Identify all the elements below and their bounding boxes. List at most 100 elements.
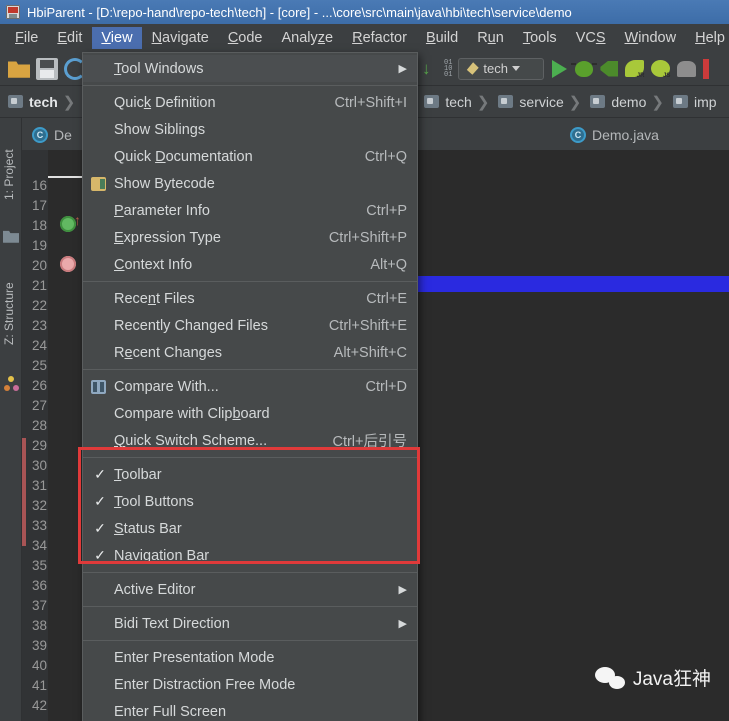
run-configuration-selector[interactable]: tech: [458, 57, 545, 80]
menu-item-toolbar[interactable]: ✓ Toolbar: [83, 461, 417, 488]
menu-item-show-bytecode[interactable]: Show Bytecode: [83, 170, 417, 197]
menu-window[interactable]: Window: [616, 27, 686, 49]
menu-item-navigation-bar[interactable]: ✓ Navigation Bar: [83, 542, 417, 569]
menu-item-recent-changes[interactable]: Recent Changes Alt+Shift+C: [83, 339, 417, 366]
menu-analyze[interactable]: Analyze: [273, 27, 343, 49]
menu-build[interactable]: Build: [417, 27, 467, 49]
line-number: 36: [31, 578, 47, 593]
package-icon: [672, 95, 688, 108]
menu-item-tool-windows[interactable]: Tool Windows ▶: [83, 55, 417, 82]
save-all-icon[interactable]: [36, 57, 58, 80]
menu-help[interactable]: Help: [686, 27, 729, 49]
implement-arrow-icon: ↑: [74, 212, 81, 228]
line-number: 17: [31, 198, 47, 213]
submenu-arrow-icon: ▶: [398, 618, 407, 630]
package-icon: [498, 95, 514, 108]
checkmark-icon: ✓: [94, 493, 106, 509]
jrebel-debug-icon[interactable]: [651, 60, 671, 79]
menu-vcs[interactable]: VCS: [567, 27, 615, 49]
menu-edit[interactable]: Edit: [48, 27, 91, 49]
menu-separator: [83, 606, 417, 607]
menu-separator: [83, 85, 417, 86]
app-icon: [6, 5, 20, 19]
red-marker-icon[interactable]: [703, 58, 710, 79]
menu-item-label: Active Editor: [114, 581, 196, 598]
bytecode-icon: [91, 176, 106, 191]
breadcrumb-item-service[interactable]: service: [490, 94, 567, 110]
menu-item-tool-buttons[interactable]: ✓ Tool Buttons: [83, 488, 417, 515]
structure-icon[interactable]: [3, 376, 19, 392]
line-number: 39: [31, 638, 47, 653]
menu-item-recently-changed-files[interactable]: Recently Changed Files Ctrl+Shift+E: [83, 312, 417, 339]
line-number: 26: [31, 378, 47, 393]
menu-item-label: Compare with Clipboard: [114, 405, 270, 422]
menu-navigate[interactable]: Navigate: [143, 27, 218, 49]
menu-item-quick-documentation[interactable]: Quick Documentation Ctrl+Q: [83, 143, 417, 170]
line-number: 40: [31, 658, 47, 673]
menu-item-quick-definition[interactable]: Quick Definition Ctrl+Shift+I: [83, 89, 417, 116]
menu-item-bidi-text-direction[interactable]: Bidi Text Direction ▶: [83, 610, 417, 637]
jrebel-run-icon[interactable]: [625, 60, 645, 79]
run-icon[interactable]: [552, 59, 568, 78]
menu-file[interactable]: File: [6, 27, 47, 49]
sidebar-item-project[interactable]: 1: Project: [2, 138, 20, 212]
open-folder-icon[interactable]: [8, 61, 30, 78]
menu-refactor[interactable]: Refactor: [343, 27, 416, 49]
project-folder-icon[interactable]: [3, 230, 19, 243]
editor-tab-0[interactable]: C De: [22, 120, 82, 150]
window-title: HbiParent - [D:\repo-hand\repo-tech\tech…: [27, 4, 572, 20]
gutter-top-divider: [48, 176, 84, 178]
breadcrumb-item-imp[interactable]: imp: [665, 94, 721, 110]
editor-tab-label: De: [54, 127, 72, 143]
menu-item-shortcut: Ctrl+Shift+I: [334, 94, 407, 111]
menu-view[interactable]: View: [92, 27, 142, 49]
line-number: 25: [31, 358, 47, 373]
compare-icon: [91, 379, 106, 394]
chevron-down-icon[interactable]: [511, 66, 520, 71]
debug-icon[interactable]: [571, 60, 598, 77]
checkmark-icon: ✓: [94, 547, 106, 563]
menu-item-compare-with[interactable]: Compare With... Ctrl+D: [83, 373, 417, 400]
menu-item-active-editor[interactable]: Active Editor ▶: [83, 576, 417, 603]
view-menu-dropdown[interactable]: Tool Windows ▶ Quick Definition Ctrl+Shift+…: [82, 52, 418, 721]
breadcrumb-project[interactable]: tech: [0, 94, 62, 110]
gutter-band: [48, 150, 84, 721]
menu-item-context-info[interactable]: Context Info Alt+Q: [83, 251, 417, 278]
menu-item-show-siblings[interactable]: Show Siblings: [83, 116, 417, 143]
editor-tab-2[interactable]: C Demo.java: [560, 120, 669, 150]
menu-item-label: Quick Documentation: [114, 148, 253, 165]
menu-item-enter-distraction-free-mode[interactable]: Enter Distraction Free Mode: [83, 671, 417, 698]
menu-separator: [83, 281, 417, 282]
menu-item-shortcut: Ctrl+E: [366, 290, 407, 307]
menu-item-label: Recent Files: [114, 290, 195, 307]
menu-tools[interactable]: Tools: [514, 27, 566, 49]
menu-item-label: Context Info: [114, 256, 193, 273]
breadcrumb-item-demo[interactable]: demo: [582, 94, 650, 110]
menu-item-compare-with-clipboard[interactable]: Compare with Clipboard: [83, 400, 417, 427]
line-number: 24: [31, 338, 47, 353]
run-with-coverage-icon[interactable]: [600, 60, 619, 77]
stop-icon[interactable]: [677, 60, 697, 77]
editor-gutter[interactable]: 16 17 18 19 20 21 22 23 24 25 26 27 28 29 30 31 32 33 34 35…: [22, 150, 84, 721]
menu-item-label: Tool Buttons: [114, 493, 194, 510]
menu-item-parameter-info[interactable]: Parameter Info Ctrl+P: [83, 197, 417, 224]
update-project-icon[interactable]: [422, 58, 438, 80]
breadcrumb-chevron-icon: ❯: [476, 93, 490, 111]
menu-item-label: Parameter Info: [114, 202, 210, 219]
menu-item-shortcut: Ctrl+P: [366, 202, 407, 219]
breadcrumb-item-tech[interactable]: tech: [416, 94, 475, 110]
menu-item-quick-switch-scheme[interactable]: Quick Switch Scheme... Ctrl+后引号: [83, 427, 417, 454]
wechat-icon: [594, 666, 625, 689]
pink-override-icon[interactable]: [60, 256, 76, 272]
menu-item-expression-type[interactable]: Expression Type Ctrl+Shift+P: [83, 224, 417, 251]
menu-item-recent-files[interactable]: Recent Files Ctrl+E: [83, 285, 417, 312]
menu-item-label: Navigation Bar: [114, 547, 210, 564]
menu-run[interactable]: Run: [468, 27, 513, 49]
line-number: 38: [31, 618, 47, 633]
menu-code[interactable]: Code: [219, 27, 272, 49]
menu-item-status-bar[interactable]: ✓ Status Bar: [83, 515, 417, 542]
editor-tab-label: Demo.java: [592, 127, 659, 143]
menu-item-enter-full-screen[interactable]: Enter Full Screen: [83, 698, 417, 721]
sidebar-item-structure[interactable]: Z: Structure: [2, 268, 20, 360]
menu-item-enter-presentation-mode[interactable]: Enter Presentation Mode: [83, 644, 417, 671]
